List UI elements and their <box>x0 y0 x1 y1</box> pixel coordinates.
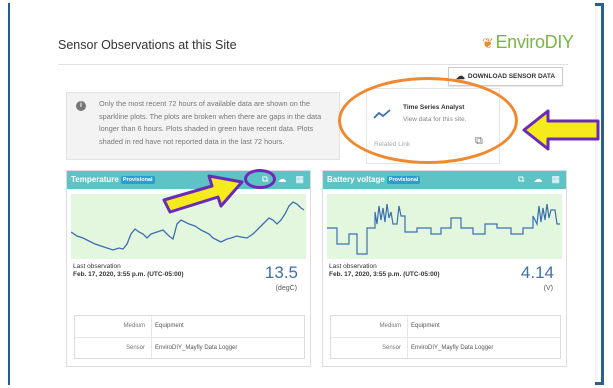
info-icon: i <box>76 101 86 111</box>
metadata-table: Medium Equipment Sensor EnviroDIY_Mayfly D… <box>330 315 561 359</box>
yellow-arrow-upright-icon <box>162 174 244 214</box>
divider <box>58 64 568 65</box>
provisional-badge: Provisional <box>120 176 155 184</box>
latest-value: 13.5 <box>264 263 298 282</box>
battery-voltage-sparkline <box>327 194 562 259</box>
external-link-icon[interactable]: ⧉ <box>518 174 524 185</box>
sensor-label: Sensor <box>125 345 145 351</box>
yellow-arrow-left-icon <box>522 109 600 151</box>
table-row: Medium Equipment <box>331 316 560 338</box>
notice-text: Only the most recent 72 hours of availab… <box>99 99 322 146</box>
battery-voltage-card: Battery voltage Provisional ⧉ ☁ ▦ Last ob… <box>322 170 567 367</box>
last-obs-time: Feb. 17, 2020, 3:55 p.m. (UTC-05:00) <box>73 271 184 278</box>
table-icon[interactable]: ▦ <box>295 174 304 185</box>
provisional-badge: Provisional <box>386 176 421 184</box>
table-row: Medium Equipment <box>75 316 304 338</box>
table-row: Sensor EnviroDIY_Mayfly Data Logger <box>75 338 304 359</box>
purple-highlight-ring <box>244 169 276 189</box>
last-obs-label: Last observation <box>329 263 377 270</box>
medium-label: Medium <box>379 323 401 329</box>
medium-value: Equipment <box>155 323 184 329</box>
sensor-label: Sensor <box>381 345 401 351</box>
medium-label: Medium <box>123 323 145 329</box>
last-obs-time: Feb. 17, 2020, 3:55 p.m. (UTC-05:00) <box>329 271 440 278</box>
table-row: Sensor EnviroDIY_Mayfly Data Logger <box>331 338 560 359</box>
card-header: Battery voltage Provisional ⧉ ☁ ▦ <box>323 171 566 189</box>
envirodiy-logo[interactable]: ❦ EnviroDIY <box>482 32 574 53</box>
orange-highlight-ring <box>338 77 518 164</box>
download-label: DOWNLOAD SENSOR DATA <box>467 73 556 80</box>
card-title: Battery voltage <box>327 175 385 184</box>
value-unit: (V) <box>543 285 553 292</box>
card-title: Temperature <box>71 175 119 184</box>
table-icon[interactable]: ▦ <box>551 174 560 185</box>
medium-value: Equipment <box>411 323 440 329</box>
metadata-table: Medium Equipment Sensor EnviroDIY_Mayfly D… <box>74 315 305 359</box>
value-unit: (degC) <box>275 285 297 292</box>
leaf-icon: ❦ <box>482 35 494 51</box>
cloud-download-icon[interactable]: ☁ <box>277 174 286 185</box>
page-title: Sensor Observations at this Site <box>58 38 237 52</box>
sensor-value: EnviroDIY_Mayfly Data Logger <box>155 345 238 351</box>
notice-box: i Only the most recent 72 hours of avail… <box>66 92 340 160</box>
last-obs-label: Last observation <box>73 263 121 270</box>
cloud-download-icon[interactable]: ☁ <box>533 174 542 185</box>
latest-value: 4.14 <box>520 263 554 282</box>
logo-text: EnviroDIY <box>495 32 574 52</box>
sensor-value: EnviroDIY_Mayfly Data Logger <box>411 345 494 351</box>
